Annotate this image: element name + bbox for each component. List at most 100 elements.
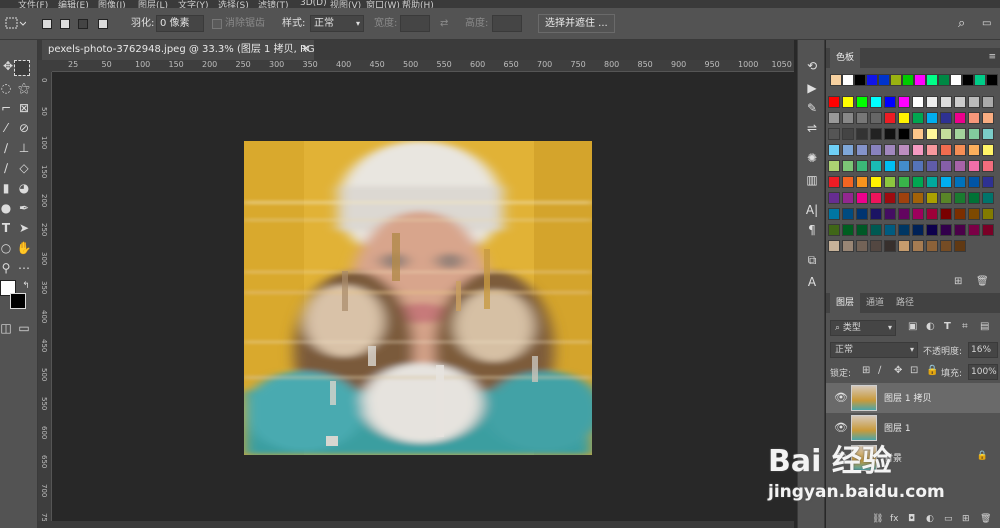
adjustment-layer-icon[interactable]: ◐ (926, 514, 934, 524)
document-image[interactable] (244, 141, 592, 455)
screen-mode-icon[interactable]: ▭ (16, 320, 32, 336)
color-swatch[interactable] (968, 176, 980, 188)
color-swatch[interactable] (856, 96, 868, 108)
color-swatch[interactable] (856, 192, 868, 204)
gradient-tool-icon[interactable]: ▮ (0, 180, 14, 196)
lock-artboard-icon[interactable]: ⊡ (910, 365, 918, 376)
recent-swatch[interactable] (830, 74, 842, 86)
filter-shape-icon[interactable]: ⌗ (962, 321, 968, 332)
color-swatch[interactable] (828, 128, 840, 140)
quick-mask-icon[interactable]: ◫ (0, 320, 14, 336)
feather-input[interactable]: 0 像素 (156, 15, 204, 32)
color-swatch[interactable] (842, 208, 854, 220)
filter-type-icon[interactable]: T (944, 321, 951, 332)
color-swatch[interactable] (884, 224, 896, 236)
panel-menu-icon[interactable]: ≡ (988, 52, 996, 62)
color-swatch[interactable] (856, 176, 868, 188)
recent-swatch[interactable] (842, 74, 854, 86)
color-swatch[interactable] (884, 112, 896, 124)
color-swatch[interactable] (968, 224, 980, 236)
color-swatch[interactable] (982, 128, 994, 140)
color-swatch[interactable] (898, 208, 910, 220)
lock-pixels-icon[interactable]: ⊞ (862, 365, 870, 376)
color-swatch[interactable] (856, 208, 868, 220)
color-swatch[interactable] (940, 128, 952, 140)
color-swatch[interactable] (842, 128, 854, 140)
crop-tool-icon[interactable]: ⌐ (0, 100, 14, 116)
recent-swatch[interactable] (950, 74, 962, 86)
color-swatch[interactable] (870, 96, 882, 108)
color-swatch[interactable] (884, 240, 896, 252)
color-swatch[interactable] (926, 128, 938, 140)
close-icon[interactable]: ✕ (302, 40, 310, 60)
color-swatch[interactable] (982, 192, 994, 204)
zoom-tool-icon[interactable]: ⚲ (0, 260, 14, 276)
color-swatch[interactable] (870, 208, 882, 220)
brush-presets-icon[interactable]: ✎ (804, 100, 820, 116)
shape-tool-icon[interactable]: ○ (0, 240, 14, 256)
recent-swatch[interactable] (902, 74, 914, 86)
color-swatch[interactable] (828, 192, 840, 204)
color-swatch[interactable] (968, 192, 980, 204)
color-swatch[interactable] (898, 112, 910, 124)
color-swatch[interactable] (884, 176, 896, 188)
color-swatch[interactable] (940, 240, 952, 252)
color-swatch[interactable] (968, 144, 980, 156)
glyphs-icon[interactable]: ⧉ (804, 252, 820, 268)
brightness-icon[interactable]: ✺ (804, 150, 820, 166)
color-swatch[interactable] (926, 208, 938, 220)
color-swatch[interactable] (982, 112, 994, 124)
color-swatch[interactable] (926, 160, 938, 172)
color-swatch[interactable] (884, 160, 896, 172)
lasso-tool-icon[interactable]: ◌ (0, 80, 14, 96)
color-swatch[interactable] (954, 192, 966, 204)
lock-all-icon[interactable]: 🔒 (926, 365, 938, 376)
path-select-icon[interactable]: ➤ (16, 220, 32, 236)
color-swatch[interactable] (898, 160, 910, 172)
color-swatch[interactable] (870, 144, 882, 156)
hand-tool-icon[interactable]: ✋ (16, 240, 32, 256)
color-swatch[interactable] (940, 208, 952, 220)
color-swatch[interactable] (968, 112, 980, 124)
color-swatch[interactable] (856, 112, 868, 124)
eye-icon[interactable]: 👁 (834, 391, 848, 404)
recent-swatch[interactable] (962, 74, 974, 86)
color-swatch[interactable] (828, 112, 840, 124)
color-swatch[interactable] (842, 176, 854, 188)
healing-brush-icon[interactable]: ⊘ (16, 120, 32, 136)
color-swatch[interactable] (912, 208, 924, 220)
color-swatch[interactable] (856, 160, 868, 172)
color-swatch[interactable] (912, 224, 924, 236)
color-swatch[interactable] (856, 240, 868, 252)
brush-tool-icon[interactable]: ∕ (0, 140, 14, 156)
magic-wand-icon[interactable]: ⚝ (16, 80, 32, 96)
tab-layers[interactable]: 图层 (830, 293, 861, 313)
blend-mode-select[interactable]: 正常 ▾ (830, 342, 918, 358)
search-icon[interactable]: ⌕ (958, 15, 965, 33)
color-swatch[interactable] (912, 96, 924, 108)
color-swatch[interactable] (954, 112, 966, 124)
tab-swatches[interactable]: 色板 (830, 48, 861, 68)
character-icon[interactable]: A| (804, 202, 820, 218)
color-swatch[interactable] (954, 96, 966, 108)
color-swatch[interactable] (940, 96, 952, 108)
color-swatch[interactable] (954, 240, 966, 252)
delete-swatch-icon[interactable]: 🗑 (976, 276, 989, 287)
select-and-mask-button[interactable]: 选择并遮住 ... (538, 14, 615, 33)
color-swatch[interactable] (912, 112, 924, 124)
color-swatch[interactable] (884, 208, 896, 220)
marquee-tool-icon[interactable] (14, 60, 30, 76)
color-swatch[interactable] (828, 160, 840, 172)
color-swatch[interactable] (870, 192, 882, 204)
color-swatch[interactable] (856, 128, 868, 140)
color-swatch[interactable] (954, 128, 966, 140)
workspace-icon[interactable]: ▭ (982, 15, 991, 33)
color-swatch[interactable] (884, 96, 896, 108)
color-swatch[interactable] (828, 208, 840, 220)
filter-pixel-icon[interactable]: ▣ (908, 321, 917, 332)
color-swatch[interactable] (954, 160, 966, 172)
document-tab[interactable]: pexels-photo-3762948.jpeg @ 33.3% (图层 1 … (42, 40, 314, 60)
color-swatch[interactable] (968, 208, 980, 220)
color-swatch[interactable] (870, 160, 882, 172)
color-swatch[interactable] (912, 160, 924, 172)
